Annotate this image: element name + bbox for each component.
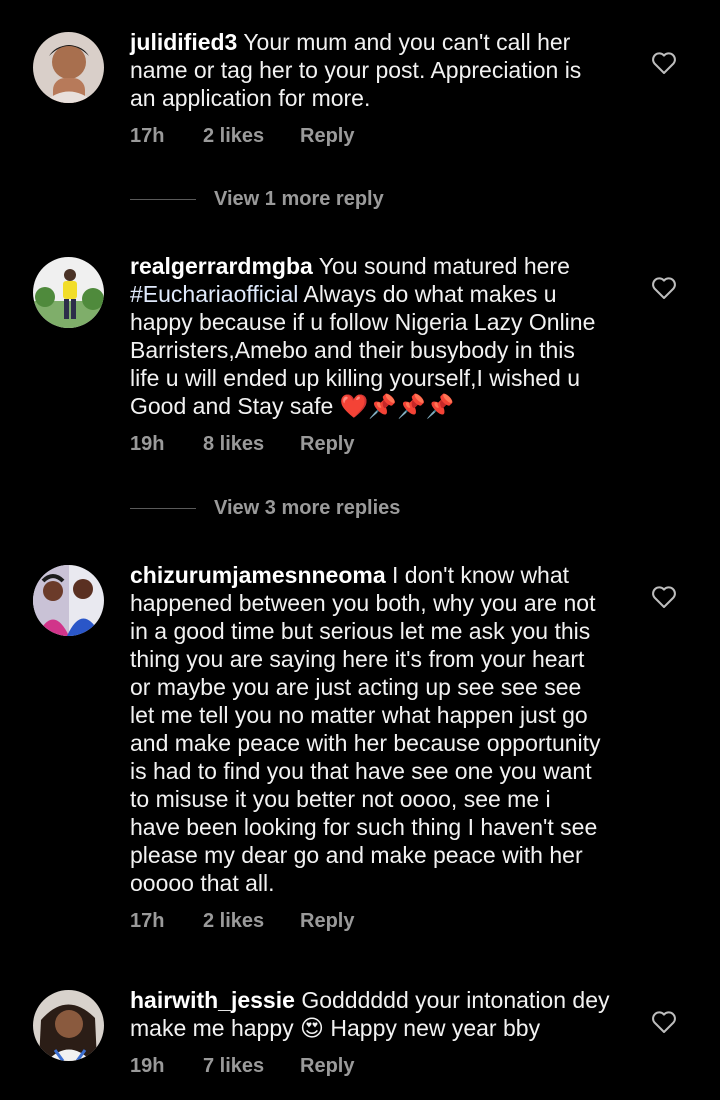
comment-username[interactable]: chizurumjamesnneoma [130,562,386,588]
comment-body: I don't know what happened between you b… [130,562,601,896]
divider-line [130,198,196,200]
comment-text: chizurumjamesnneoma I don't know what ha… [130,561,630,897]
avatar[interactable] [33,32,104,103]
comment-meta: 17h 2 likes Reply [130,909,354,933]
comment-text: hairwith_jessie Godddddd your intonation… [130,986,630,1042]
heart-outline-icon[interactable] [651,51,677,75]
comment-likes[interactable]: 2 likes [203,910,300,933]
view-more-label[interactable]: View 3 more replies [214,497,400,520]
comment-username[interactable]: julidified3 [130,29,237,55]
reply-button[interactable]: Reply [300,1055,354,1078]
reply-button[interactable]: Reply [300,125,354,148]
view-more-replies[interactable]: View 1 more reply [130,187,384,211]
comment-time: 17h [130,909,165,932]
comment-text: realgerrardmgba You sound matured here #… [130,252,630,420]
view-more-label[interactable]: View 1 more reply [214,188,384,211]
profile-photo [33,257,104,328]
comment-username[interactable]: realgerrardmgba [130,253,313,279]
heart-outline-icon[interactable] [651,276,677,300]
heart-outline-icon[interactable] [651,585,677,609]
comment-time: 17h [130,124,165,147]
comment-meta: 19h 7 likes Reply [130,1054,354,1078]
comment-likes[interactable]: 7 likes [203,1055,300,1078]
comment-body: You sound matured here [318,253,570,279]
hashtag-link[interactable]: #Euchariaofficial [130,281,298,307]
divider-line [130,507,196,509]
comment-likes[interactable]: 8 likes [203,433,300,456]
comment-time: 19h [130,432,165,455]
avatar[interactable] [33,990,104,1061]
comment-username[interactable]: hairwith_jessie [130,987,295,1013]
comment-meta: 17h 2 likes Reply [130,124,354,148]
profile-photo [33,565,104,636]
reply-button[interactable]: Reply [300,910,354,933]
avatar[interactable] [33,257,104,328]
comment-meta: 19h 8 likes Reply [130,432,354,456]
avatar[interactable] [33,565,104,636]
view-more-replies[interactable]: View 3 more replies [130,496,400,520]
comment-text: julidified3 Your mum and you can't call … [130,28,630,112]
comment-likes[interactable]: 2 likes [203,125,300,148]
profile-photo [33,32,104,103]
profile-photo [33,990,104,1061]
comment-time: 19h [130,1054,165,1077]
heart-outline-icon[interactable] [651,1010,677,1034]
reply-button[interactable]: Reply [300,433,354,456]
